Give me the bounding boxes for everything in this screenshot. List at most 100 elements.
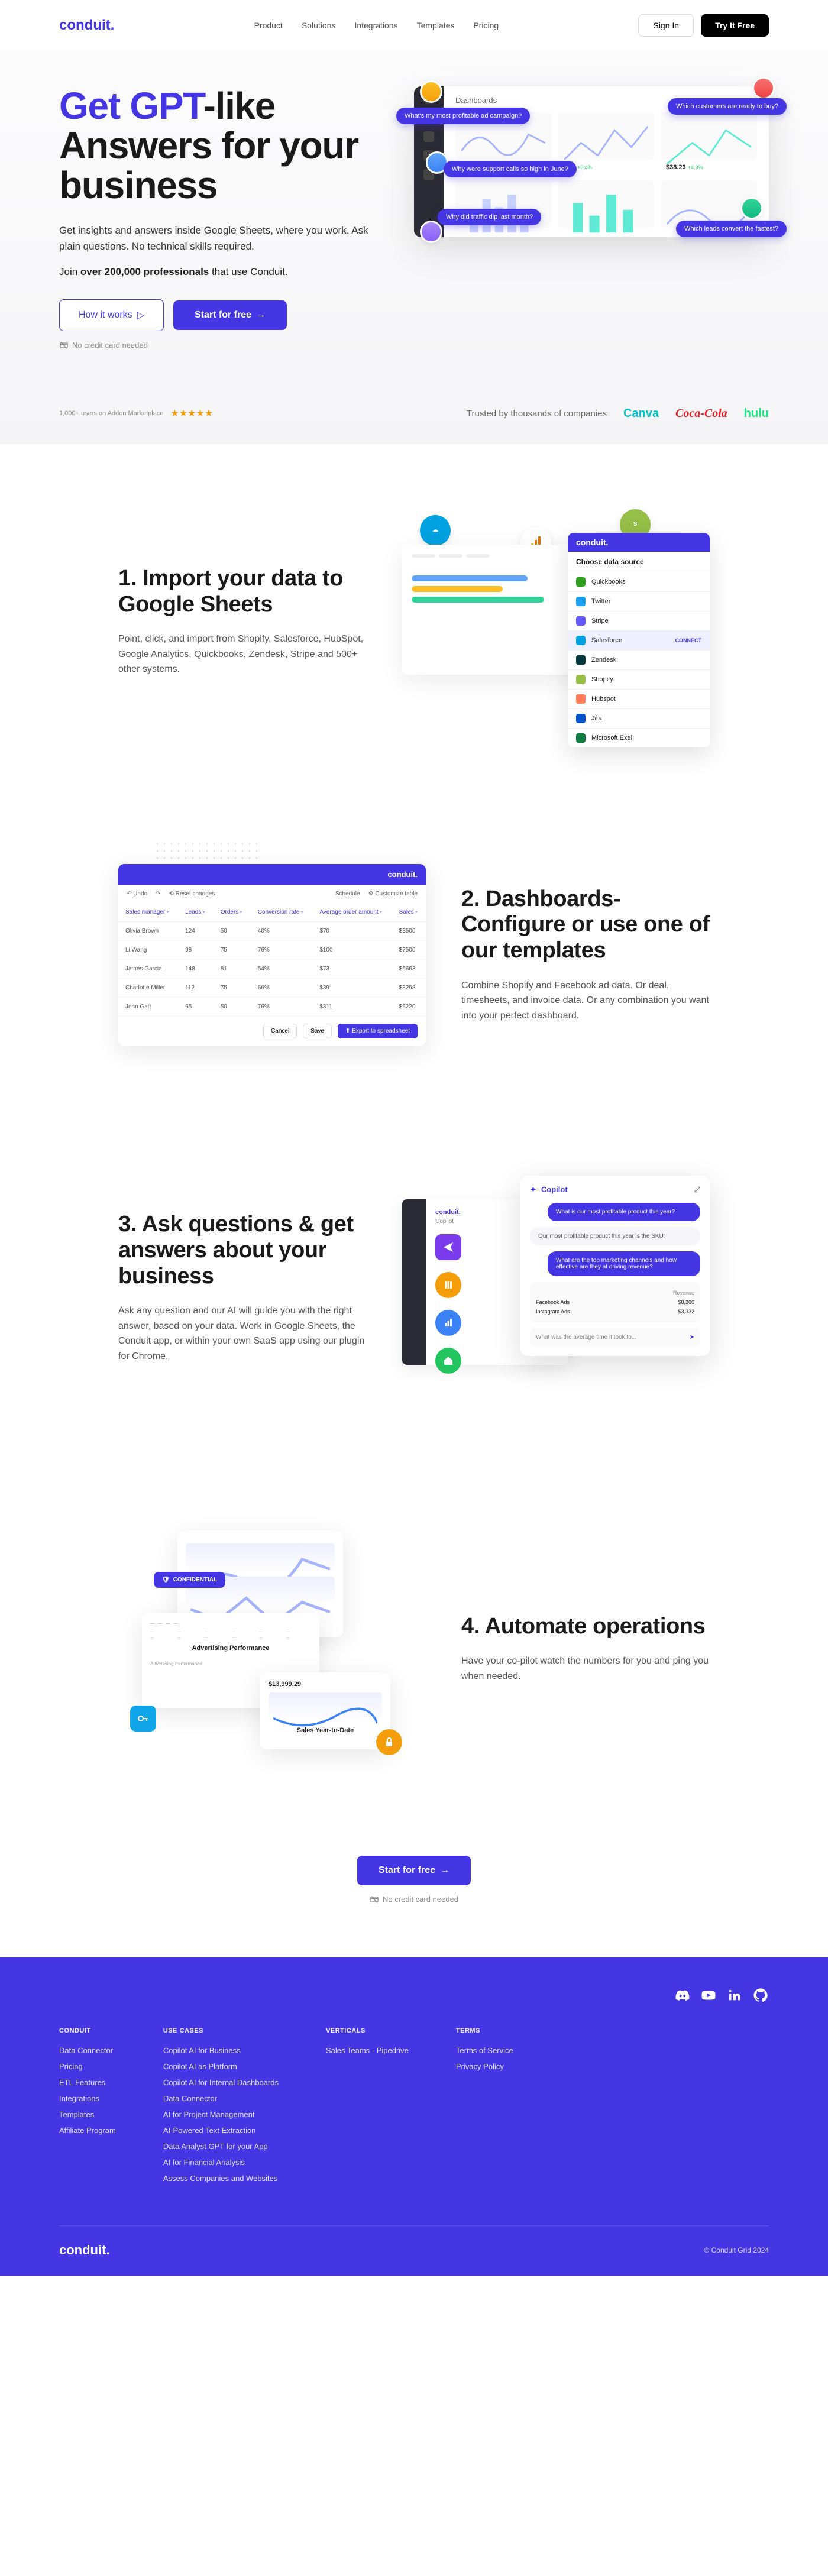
schedule-button[interactable]: Schedule bbox=[335, 891, 360, 897]
footer-link[interactable]: Data Connector bbox=[163, 2094, 279, 2103]
start-free-button[interactable]: Start for free → bbox=[173, 300, 287, 330]
footer-link[interactable]: Templates bbox=[59, 2110, 116, 2119]
export-button[interactable]: ⬆ Export to spreadsheet bbox=[338, 1024, 418, 1038]
send-icon bbox=[435, 1234, 461, 1260]
chart-icon bbox=[435, 1310, 461, 1336]
card-icon bbox=[370, 1895, 379, 1904]
ds-shopify[interactable]: Shopify bbox=[568, 669, 710, 689]
sec2-body: Combine Shopify and Facebook ad data. Or… bbox=[461, 978, 710, 1024]
ds-excel[interactable]: Microsoft Exel bbox=[568, 728, 710, 747]
ds-salesforce[interactable]: SalesforceCONNECT bbox=[568, 630, 710, 650]
th[interactable]: Average order amount bbox=[312, 903, 392, 922]
how-it-works-button[interactable]: How it works ▷ bbox=[59, 299, 164, 331]
salesforce-icon: ☁ bbox=[420, 515, 451, 546]
hero-title: Get GPT-like Answers for your business bbox=[59, 86, 379, 206]
stars-icon: ★★★★★ bbox=[170, 407, 213, 419]
cancel-button[interactable]: Cancel bbox=[263, 1024, 297, 1038]
lock-icon bbox=[376, 1729, 402, 1755]
brand-canva: Canva bbox=[623, 407, 659, 420]
discord-icon[interactable] bbox=[674, 1987, 691, 2004]
youtube-icon[interactable] bbox=[700, 1987, 717, 2004]
header-cta: Sign In Try It Free bbox=[638, 14, 769, 37]
try-free-button[interactable]: Try It Free bbox=[701, 14, 769, 37]
nav-pricing[interactable]: Pricing bbox=[473, 21, 499, 30]
footer-link[interactable]: Affiliate Program bbox=[59, 2126, 116, 2135]
footer-link[interactable]: Copilot AI as Platform bbox=[163, 2062, 279, 2071]
undo-button[interactable]: ↶ Undo bbox=[127, 891, 147, 897]
table-brand: conduit. bbox=[118, 864, 426, 885]
ai-message: Our most profitable product this year is… bbox=[530, 1227, 700, 1245]
section-dashboards: 2. Dashboards- Configure or use one of o… bbox=[59, 799, 769, 1111]
result-table: Revenue Facebook Ads$8,200 Instagram Ads… bbox=[530, 1282, 700, 1322]
ds-brand: conduit. bbox=[568, 533, 710, 552]
footer-link[interactable]: Copilot AI for Business bbox=[163, 2046, 279, 2055]
ds-jira[interactable]: Jira bbox=[568, 708, 710, 728]
sec4-body: Have your co-pilot watch the numbers for… bbox=[461, 1653, 710, 1684]
footer-link[interactable]: AI-Powered Text Extraction bbox=[163, 2126, 279, 2135]
chat-input[interactable]: What was the average time it took to... … bbox=[530, 1328, 700, 1347]
table-row: James Garcia1488154%$73$6663 bbox=[118, 959, 426, 978]
reset-button[interactable]: ⟲ Reset changes bbox=[169, 891, 215, 897]
card-icon bbox=[59, 341, 69, 350]
ds-hubspot[interactable]: Hubspot bbox=[568, 689, 710, 708]
footer-link[interactable]: Assess Companies and Websites bbox=[163, 2174, 279, 2183]
expand-icon[interactable]: ⤢ bbox=[694, 1185, 700, 1195]
th[interactable]: Orders bbox=[214, 903, 251, 922]
footer-link[interactable]: Integrations bbox=[59, 2094, 116, 2103]
th[interactable]: Leads bbox=[178, 903, 214, 922]
user-message: What are the top marketing channels and … bbox=[548, 1251, 700, 1276]
avatar bbox=[420, 80, 442, 103]
footer-link[interactable]: AI for Project Management bbox=[163, 2110, 279, 2119]
customize-button[interactable]: ⚙ Customize table bbox=[368, 891, 418, 897]
nav-product[interactable]: Product bbox=[254, 21, 283, 30]
th[interactable]: Sales bbox=[392, 903, 426, 922]
ds-stripe[interactable]: Stripe bbox=[568, 611, 710, 630]
footer-link[interactable]: Data Connector bbox=[59, 2046, 116, 2055]
footer-heading: USE CASES bbox=[163, 2027, 279, 2034]
start-free-button[interactable]: Start for free → bbox=[357, 1856, 471, 1885]
nav-integrations[interactable]: Integrations bbox=[354, 21, 397, 30]
footer-link[interactable]: Copilot AI for Internal Dashboards bbox=[163, 2078, 279, 2087]
th[interactable]: Sales manager bbox=[118, 903, 178, 922]
data-source-panel: conduit. Choose data source Quickbooks T… bbox=[568, 533, 710, 747]
ds-zendesk[interactable]: Zendesk bbox=[568, 650, 710, 669]
send-icon[interactable]: ➤ bbox=[690, 1334, 694, 1341]
footer-link[interactable]: Pricing bbox=[59, 2062, 116, 2071]
footer-link[interactable]: Terms of Service bbox=[456, 2046, 513, 2055]
signin-button[interactable]: Sign In bbox=[638, 14, 694, 37]
footer-link[interactable]: Sales Teams - Pipedrive bbox=[326, 2046, 409, 2055]
social-proof: 1,000+ users on Addon Marketplace ★★★★★ … bbox=[59, 393, 769, 420]
sec3-title: 3. Ask questions & get answers about you… bbox=[118, 1212, 367, 1289]
footer-link[interactable]: Privacy Policy bbox=[456, 2062, 513, 2071]
spreadsheet-preview bbox=[402, 545, 587, 675]
footer-heading: CONDUIT bbox=[59, 2027, 116, 2034]
logo[interactable]: conduit bbox=[59, 17, 114, 34]
linkedin-icon[interactable] bbox=[726, 1987, 743, 2004]
footer-logo[interactable]: conduit bbox=[59, 2242, 110, 2258]
table-row: Li Wang987576%$100$7500 bbox=[118, 940, 426, 959]
ds-twitter[interactable]: Twitter bbox=[568, 591, 710, 611]
footer-link[interactable]: ETL Features bbox=[59, 2078, 116, 2087]
save-button[interactable]: Save bbox=[303, 1024, 332, 1038]
sec1-title: 1. Import your data to Google Sheets bbox=[118, 566, 367, 617]
chat-bubble: What's my most profitable ad campaign? bbox=[396, 108, 530, 124]
avatar bbox=[752, 77, 775, 99]
nav-templates[interactable]: Templates bbox=[417, 21, 455, 30]
user-message: What is our most profitable product this… bbox=[548, 1203, 700, 1221]
brand-cocacola: Coca-Cola bbox=[675, 407, 727, 420]
home-icon bbox=[435, 1348, 461, 1374]
ds-quickbooks[interactable]: Quickbooks bbox=[568, 572, 710, 591]
sec1-body: Point, click, and import from Shopify, S… bbox=[118, 632, 367, 677]
sales-table: Sales manager Leads Orders Conversion ra… bbox=[118, 903, 426, 1017]
table-row: John Gatt655076%$311$6220 bbox=[118, 997, 426, 1016]
github-icon[interactable] bbox=[752, 1987, 769, 2004]
th[interactable]: Conversion rate bbox=[251, 903, 313, 922]
footer-link[interactable]: Data Analyst GPT for your App bbox=[163, 2142, 279, 2151]
redo-button[interactable]: ↷ bbox=[156, 891, 160, 897]
footer-link[interactable]: AI for Financial Analysis bbox=[163, 2158, 279, 2167]
chat-bubble: Why were support calls so high in June? bbox=[444, 161, 577, 177]
chat-bubble: Why did traffic dip last month? bbox=[438, 209, 541, 225]
section-import: 1. Import your data to Google Sheets Poi… bbox=[59, 444, 769, 799]
trusted-label: Trusted by thousands of companies bbox=[467, 409, 607, 419]
nav-solutions[interactable]: Solutions bbox=[302, 21, 336, 30]
